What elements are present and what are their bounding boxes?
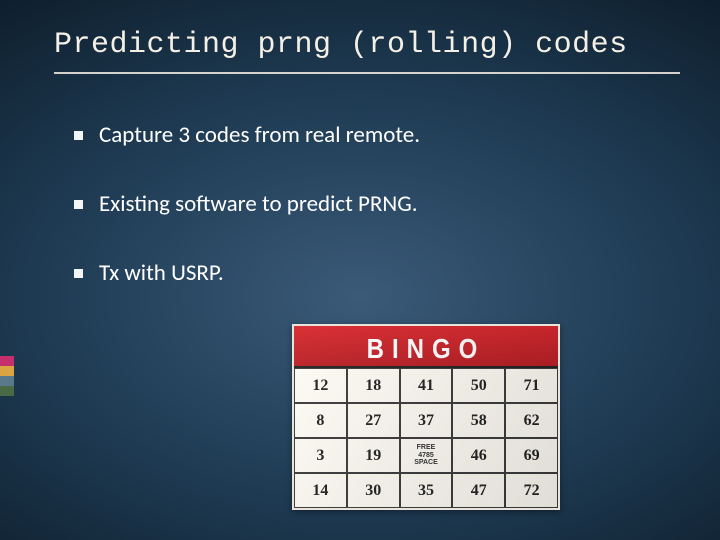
bingo-cell: 27 bbox=[347, 403, 400, 438]
bullet-marker-icon bbox=[74, 131, 83, 140]
slide-title: Predicting prng (rolling) codes bbox=[54, 28, 680, 62]
tab-stripe bbox=[0, 376, 14, 386]
bingo-cell: 30 bbox=[347, 473, 400, 508]
bingo-free-space: FREE 4785 SPACE bbox=[400, 438, 453, 473]
bingo-cell: 71 bbox=[505, 368, 558, 403]
left-color-tabs bbox=[0, 356, 14, 396]
bingo-cell: 62 bbox=[505, 403, 558, 438]
bingo-cell: 47 bbox=[452, 473, 505, 508]
tab-stripe bbox=[0, 386, 14, 396]
bingo-grid: 12 18 41 50 71 8 27 37 58 62 3 19 FREE 4… bbox=[294, 368, 558, 510]
bingo-cell: 37 bbox=[400, 403, 453, 438]
bingo-cell: 58 bbox=[452, 403, 505, 438]
bullet-text: Capture 3 codes from real remote. bbox=[99, 120, 420, 151]
bullet-marker-icon bbox=[74, 269, 83, 278]
bingo-cell: 19 bbox=[347, 438, 400, 473]
bingo-cell: 41 bbox=[400, 368, 453, 403]
bingo-cell: 35 bbox=[400, 473, 453, 508]
bingo-header-text: BINGO bbox=[367, 334, 486, 366]
bingo-header: BINGO bbox=[294, 326, 558, 368]
bingo-cell: 50 bbox=[452, 368, 505, 403]
bullet-marker-icon bbox=[74, 200, 83, 209]
slide-body: Capture 3 codes from real remote. Existi… bbox=[74, 120, 660, 327]
bingo-cell: 12 bbox=[294, 368, 347, 403]
bullet-text: Existing software to predict PRNG. bbox=[99, 189, 418, 220]
bingo-cell: 72 bbox=[505, 473, 558, 508]
bingo-cell: 69 bbox=[505, 438, 558, 473]
bingo-card-image: BINGO 12 18 41 50 71 8 27 37 58 62 3 19 … bbox=[292, 324, 560, 510]
title-underline bbox=[54, 72, 680, 74]
slide: Predicting prng (rolling) codes Capture … bbox=[0, 0, 720, 540]
tab-stripe bbox=[0, 366, 14, 376]
bingo-cell: 8 bbox=[294, 403, 347, 438]
bingo-cell: 46 bbox=[452, 438, 505, 473]
bingo-cell: 14 bbox=[294, 473, 347, 508]
bingo-cell: 18 bbox=[347, 368, 400, 403]
bullet-item: Capture 3 codes from real remote. bbox=[74, 120, 660, 151]
bullet-text: Tx with USRP. bbox=[99, 258, 224, 289]
bingo-cell: 3 bbox=[294, 438, 347, 473]
tab-stripe bbox=[0, 356, 14, 366]
bullet-item: Existing software to predict PRNG. bbox=[74, 189, 660, 220]
bullet-item: Tx with USRP. bbox=[74, 258, 660, 289]
